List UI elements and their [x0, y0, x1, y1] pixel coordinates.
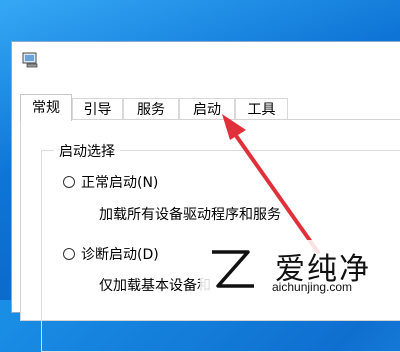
normal-startup-description: 加载所有设备驱动程序和服务 [99, 207, 281, 223]
normal-startup-radio[interactable] [63, 176, 75, 188]
diagnostic-startup-radio[interactable] [63, 248, 75, 260]
tab-general[interactable]: 常规 [20, 94, 72, 121]
startup-selection-title: 启动选择 [54, 141, 120, 161]
tab-boot[interactable]: 引导 [72, 98, 123, 120]
tab-startup[interactable]: 启动 [179, 98, 235, 120]
normal-startup-option[interactable]: 正常启动(N) [63, 172, 158, 192]
tab-strip: 常规 引导 服务 启动 工具 [20, 94, 400, 121]
normal-startup-label: 正常启动(N) [81, 175, 159, 191]
watermark-url: aichunjing.com [272, 280, 353, 294]
diagnostic-startup-option[interactable]: 诊断启动(D) [63, 244, 159, 264]
tab-tools[interactable]: 工具 [235, 98, 288, 120]
msconfig-icon [22, 52, 38, 68]
tab-services[interactable]: 服务 [123, 98, 179, 120]
watermark: 爱纯净 aichunjing.com [200, 240, 400, 300]
aichunjing-logo-icon [212, 250, 254, 288]
diagnostic-startup-label: 诊断启动(D) [81, 247, 159, 263]
diagnostic-startup-description: 仅加载基本设备和 [99, 278, 211, 294]
